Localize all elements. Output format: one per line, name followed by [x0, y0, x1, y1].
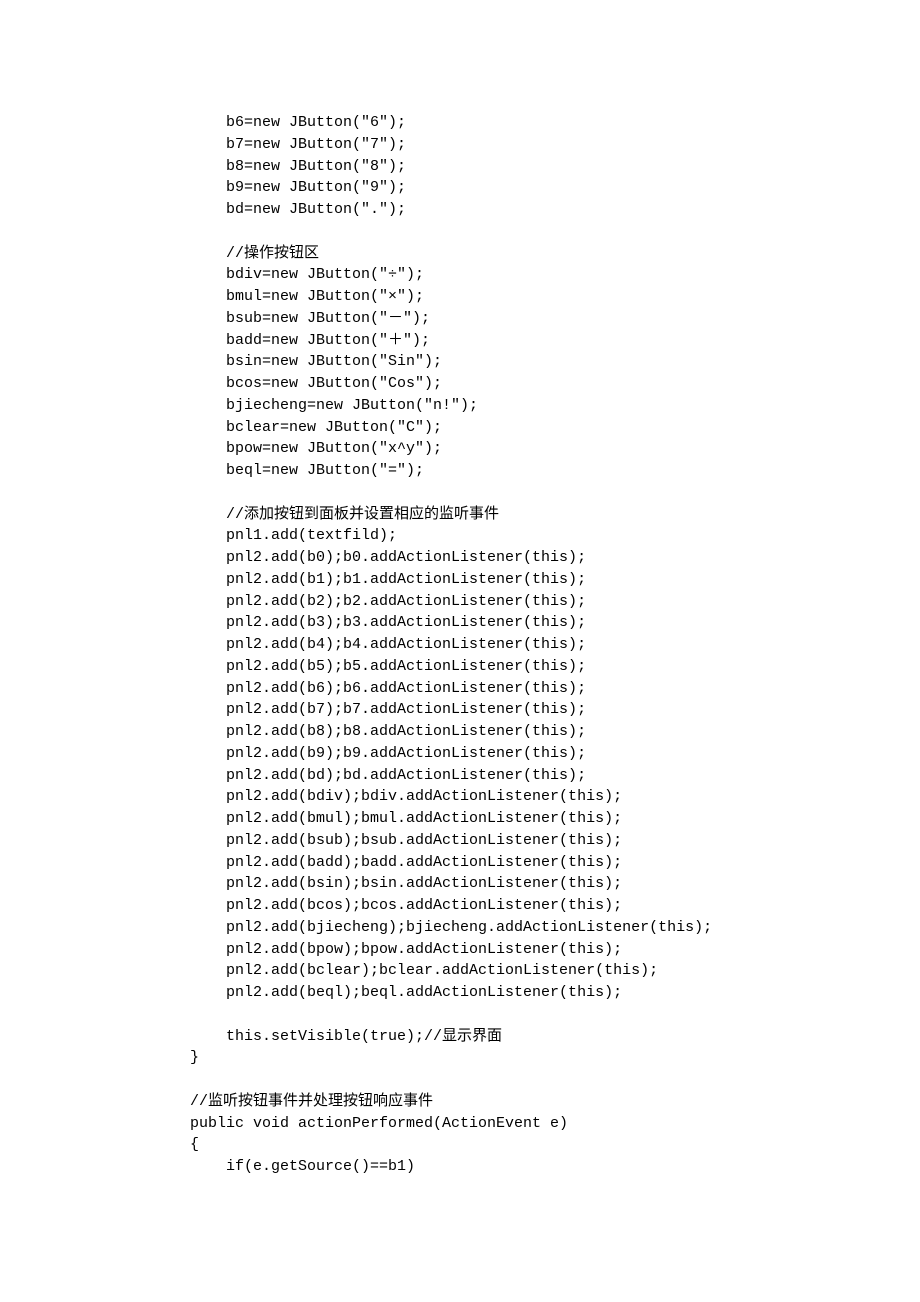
code-line: pnl2.add(bmul);bmul.addActionListener(th…	[190, 808, 920, 830]
code-line: pnl2.add(bcos);bcos.addActionListener(th…	[190, 895, 920, 917]
code-line: bjiecheng=new JButton("n!");	[190, 395, 920, 417]
code-line: bd=new JButton(".");	[190, 199, 920, 221]
code-line	[190, 482, 920, 504]
code-line: pnl2.add(b3);b3.addActionListener(this);	[190, 612, 920, 634]
code-line: {	[190, 1134, 920, 1156]
document-page: b6=new JButton("6"); b7=new JButton("7")…	[0, 0, 920, 1302]
code-line: this.setVisible(true);//显示界面	[190, 1026, 920, 1048]
code-line: bsin=new JButton("Sin");	[190, 351, 920, 373]
code-line: pnl2.add(badd);badd.addActionListener(th…	[190, 852, 920, 874]
code-line: pnl2.add(bd);bd.addActionListener(this);	[190, 765, 920, 787]
code-line: pnl2.add(b0);b0.addActionListener(this);	[190, 547, 920, 569]
code-line: pnl2.add(b9);b9.addActionListener(this);	[190, 743, 920, 765]
code-line: bdiv=new JButton("÷");	[190, 264, 920, 286]
code-line: b9=new JButton("9");	[190, 177, 920, 199]
code-line: pnl2.add(bjiecheng);bjiecheng.addActionL…	[190, 917, 920, 939]
code-line: b6=new JButton("6");	[190, 112, 920, 134]
code-line	[190, 1004, 920, 1026]
code-line: pnl2.add(b4);b4.addActionListener(this);	[190, 634, 920, 656]
code-line: pnl2.add(b6);b6.addActionListener(this);	[190, 678, 920, 700]
code-line: b7=new JButton("7");	[190, 134, 920, 156]
code-line	[190, 1069, 920, 1091]
code-line: pnl2.add(b5);b5.addActionListener(this);	[190, 656, 920, 678]
code-line: pnl2.add(b8);b8.addActionListener(this);	[190, 721, 920, 743]
code-line: badd=new JButton("＋");	[190, 330, 920, 352]
code-line: }	[190, 1047, 920, 1069]
code-line: bcos=new JButton("Cos");	[190, 373, 920, 395]
code-line: pnl2.add(b2);b2.addActionListener(this);	[190, 591, 920, 613]
code-line: //操作按钮区	[190, 243, 920, 265]
code-line: bpow=new JButton("x^y");	[190, 438, 920, 460]
code-line: pnl2.add(b1);b1.addActionListener(this);	[190, 569, 920, 591]
code-line: //监听按钮事件并处理按钮响应事件	[190, 1091, 920, 1113]
code-block: b6=new JButton("6"); b7=new JButton("7")…	[190, 112, 920, 1178]
code-line: public void actionPerformed(ActionEvent …	[190, 1113, 920, 1135]
code-line: b8=new JButton("8");	[190, 156, 920, 178]
code-line: pnl2.add(b7);b7.addActionListener(this);	[190, 699, 920, 721]
code-line: beql=new JButton("=");	[190, 460, 920, 482]
code-line: pnl2.add(bdiv);bdiv.addActionListener(th…	[190, 786, 920, 808]
code-line: pnl2.add(bsub);bsub.addActionListener(th…	[190, 830, 920, 852]
code-line	[190, 221, 920, 243]
code-line: pnl2.add(bclear);bclear.addActionListene…	[190, 960, 920, 982]
code-line: bsub=new JButton("－");	[190, 308, 920, 330]
code-line: pnl2.add(beql);beql.addActionListener(th…	[190, 982, 920, 1004]
code-line: pnl2.add(bsin);bsin.addActionListener(th…	[190, 873, 920, 895]
code-line: bmul=new JButton("×");	[190, 286, 920, 308]
code-line: pnl2.add(bpow);bpow.addActionListener(th…	[190, 939, 920, 961]
code-line: if(e.getSource()==b1)	[190, 1156, 920, 1178]
code-line: pnl1.add(textfild);	[190, 525, 920, 547]
code-line: bclear=new JButton("C");	[190, 417, 920, 439]
code-line: //添加按钮到面板并设置相应的监听事件	[190, 504, 920, 526]
